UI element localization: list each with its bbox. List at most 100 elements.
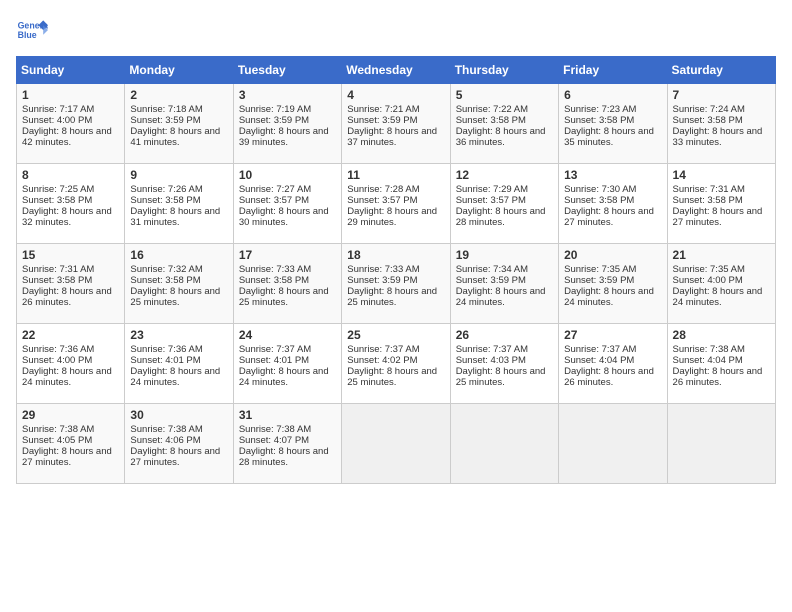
daylight: Daylight: 8 hours and 24 minutes.: [239, 366, 329, 388]
day-cell-3: 3Sunrise: 7:19 AMSunset: 3:59 PMDaylight…: [233, 84, 341, 164]
day-number: 24: [239, 328, 336, 342]
logo-icon: General Blue: [16, 16, 48, 44]
header-row: Sunday Monday Tuesday Wednesday Thursday…: [17, 57, 776, 84]
empty-cell: [559, 404, 667, 484]
day-number: 18: [347, 248, 444, 262]
daylight: Daylight: 8 hours and 31 minutes.: [130, 206, 220, 228]
day-cell-30: 30Sunrise: 7:38 AMSunset: 4:06 PMDayligh…: [125, 404, 233, 484]
sunset: Sunset: 3:59 PM: [130, 115, 200, 126]
sunrise: Sunrise: 7:24 AM: [673, 104, 745, 115]
empty-cell: [342, 404, 450, 484]
day-cell-5: 5Sunrise: 7:22 AMSunset: 3:58 PMDaylight…: [450, 84, 558, 164]
sunrise: Sunrise: 7:31 AM: [22, 264, 94, 275]
sunset: Sunset: 3:58 PM: [239, 275, 309, 286]
day-number: 21: [673, 248, 770, 262]
day-cell-16: 16Sunrise: 7:32 AMSunset: 3:58 PMDayligh…: [125, 244, 233, 324]
daylight: Daylight: 8 hours and 39 minutes.: [239, 126, 329, 148]
day-number: 1: [22, 88, 119, 102]
day-number: 22: [22, 328, 119, 342]
day-number: 27: [564, 328, 661, 342]
day-number: 6: [564, 88, 661, 102]
calendar-week-3: 15 Sunrise: 7:31 AM Sunset: 3:58 PM Dayligh…: [17, 244, 776, 324]
sunset: Sunset: 3:59 PM: [564, 275, 634, 286]
sunrise: Sunrise: 7:21 AM: [347, 104, 419, 115]
sunrise: Sunrise: 7:19 AM: [239, 104, 311, 115]
sunset: Sunset: 4:00 PM: [22, 355, 92, 366]
sunset: Sunset: 4:01 PM: [239, 355, 309, 366]
sunrise: Sunrise: 7:37 AM: [564, 344, 636, 355]
calendar-table: Sunday Monday Tuesday Wednesday Thursday…: [16, 56, 776, 484]
daylight: Daylight: 8 hours and 37 minutes.: [347, 126, 437, 148]
day-cell-23: 23Sunrise: 7:36 AMSunset: 4:01 PMDayligh…: [125, 324, 233, 404]
sunrise: Sunrise: 7:17 AM: [22, 104, 94, 115]
day-cell-11: 11Sunrise: 7:28 AMSunset: 3:57 PMDayligh…: [342, 164, 450, 244]
calendar-week-4: 22 Sunrise: 7:36 AMSunset: 4:00 PM Dayligh…: [17, 324, 776, 404]
daylight: Daylight: 8 hours and 25 minutes.: [456, 366, 546, 388]
day-number: 23: [130, 328, 227, 342]
empty-cell: [667, 404, 775, 484]
daylight: Daylight: 8 hours and 24 minutes.: [673, 286, 763, 308]
sunset: Sunset: 4:00 PM: [673, 275, 743, 286]
sunrise: Sunrise: 7:33 AM: [239, 264, 311, 275]
sunset: Sunset: 4:04 PM: [673, 355, 743, 366]
day-number: 15: [22, 248, 119, 262]
sunset: Sunset: 4:00 PM: [22, 115, 92, 126]
daylight: Daylight: 8 hours and 25 minutes.: [130, 286, 220, 308]
sunrise: Sunrise: 7:38 AM: [239, 424, 311, 435]
sunrise: Sunrise: 7:36 AM: [22, 344, 94, 355]
day-cell-6: 6Sunrise: 7:23 AMSunset: 3:58 PMDaylight…: [559, 84, 667, 164]
day-number: 4: [347, 88, 444, 102]
sunrise: Sunrise: 7:29 AM: [456, 184, 528, 195]
day-cell-17: 17Sunrise: 7:33 AMSunset: 3:58 PMDayligh…: [233, 244, 341, 324]
day-number: 10: [239, 168, 336, 182]
sunset: Sunset: 3:58 PM: [456, 115, 526, 126]
day-cell-7: 7Sunrise: 7:24 AMSunset: 3:58 PMDaylight…: [667, 84, 775, 164]
daylight: Daylight: 8 hours and 27 minutes.: [673, 206, 763, 228]
sunrise: Sunrise: 7:27 AM: [239, 184, 311, 195]
sunrise: Sunrise: 7:37 AM: [347, 344, 419, 355]
col-saturday: Saturday: [667, 57, 775, 84]
day-cell-25: 25Sunrise: 7:37 AMSunset: 4:02 PMDayligh…: [342, 324, 450, 404]
sunset: Sunset: 3:59 PM: [456, 275, 526, 286]
sunset: Sunset: 3:58 PM: [564, 195, 634, 206]
day-cell-14: 14Sunrise: 7:31 AMSunset: 3:58 PMDayligh…: [667, 164, 775, 244]
day-cell-20: 20Sunrise: 7:35 AMSunset: 3:59 PMDayligh…: [559, 244, 667, 324]
sunset: Sunset: 4:04 PM: [564, 355, 634, 366]
day-cell-28: 28Sunrise: 7:38 AMSunset: 4:04 PMDayligh…: [667, 324, 775, 404]
col-thursday: Thursday: [450, 57, 558, 84]
sunrise: Sunrise: 7:37 AM: [456, 344, 528, 355]
sunset: Sunset: 3:58 PM: [22, 195, 92, 206]
daylight: Daylight: 8 hours and 42 minutes.: [22, 126, 112, 148]
day-cell-13: 13Sunrise: 7:30 AMSunset: 3:58 PMDayligh…: [559, 164, 667, 244]
sunrise: Sunrise: 7:26 AM: [130, 184, 202, 195]
day-cell-8: 8Sunrise: 7:25 AMSunset: 3:58 PMDaylight…: [17, 164, 125, 244]
sunrise: Sunrise: 7:35 AM: [564, 264, 636, 275]
day-number: 14: [673, 168, 770, 182]
sunrise: Sunrise: 7:33 AM: [347, 264, 419, 275]
daylight: Daylight: 8 hours and 30 minutes.: [239, 206, 329, 228]
day-number: 25: [347, 328, 444, 342]
day-cell-18: 18Sunrise: 7:33 AMSunset: 3:59 PMDayligh…: [342, 244, 450, 324]
day-cell-29: 29Sunrise: 7:38 AMSunset: 4:05 PMDayligh…: [17, 404, 125, 484]
day-cell-24: 24Sunrise: 7:37 AMSunset: 4:01 PMDayligh…: [233, 324, 341, 404]
daylight: Daylight: 8 hours and 35 minutes.: [564, 126, 654, 148]
day-number: 31: [239, 408, 336, 422]
sunrise: Sunrise: 7:32 AM: [130, 264, 202, 275]
sunset: Sunset: 3:59 PM: [347, 275, 417, 286]
sunrise: Sunrise: 7:38 AM: [130, 424, 202, 435]
sunset: Sunset: 4:06 PM: [130, 435, 200, 446]
sunrise: Sunrise: 7:38 AM: [22, 424, 94, 435]
day-cell-4: 4Sunrise: 7:21 AMSunset: 3:59 PMDaylight…: [342, 84, 450, 164]
day-number: 5: [456, 88, 553, 102]
sunrise: Sunrise: 7:38 AM: [673, 344, 745, 355]
daylight: Daylight: 8 hours and 28 minutes.: [456, 206, 546, 228]
sunset: Sunset: 3:58 PM: [673, 195, 743, 206]
sunrise: Sunrise: 7:18 AM: [130, 104, 202, 115]
sunrise: Sunrise: 7:30 AM: [564, 184, 636, 195]
sunset: Sunset: 4:03 PM: [456, 355, 526, 366]
sunset: Sunset: 4:05 PM: [22, 435, 92, 446]
sunset: Sunset: 3:57 PM: [239, 195, 309, 206]
day-number: 3: [239, 88, 336, 102]
daylight: Daylight: 8 hours and 24 minutes.: [130, 366, 220, 388]
svg-text:Blue: Blue: [18, 30, 37, 40]
